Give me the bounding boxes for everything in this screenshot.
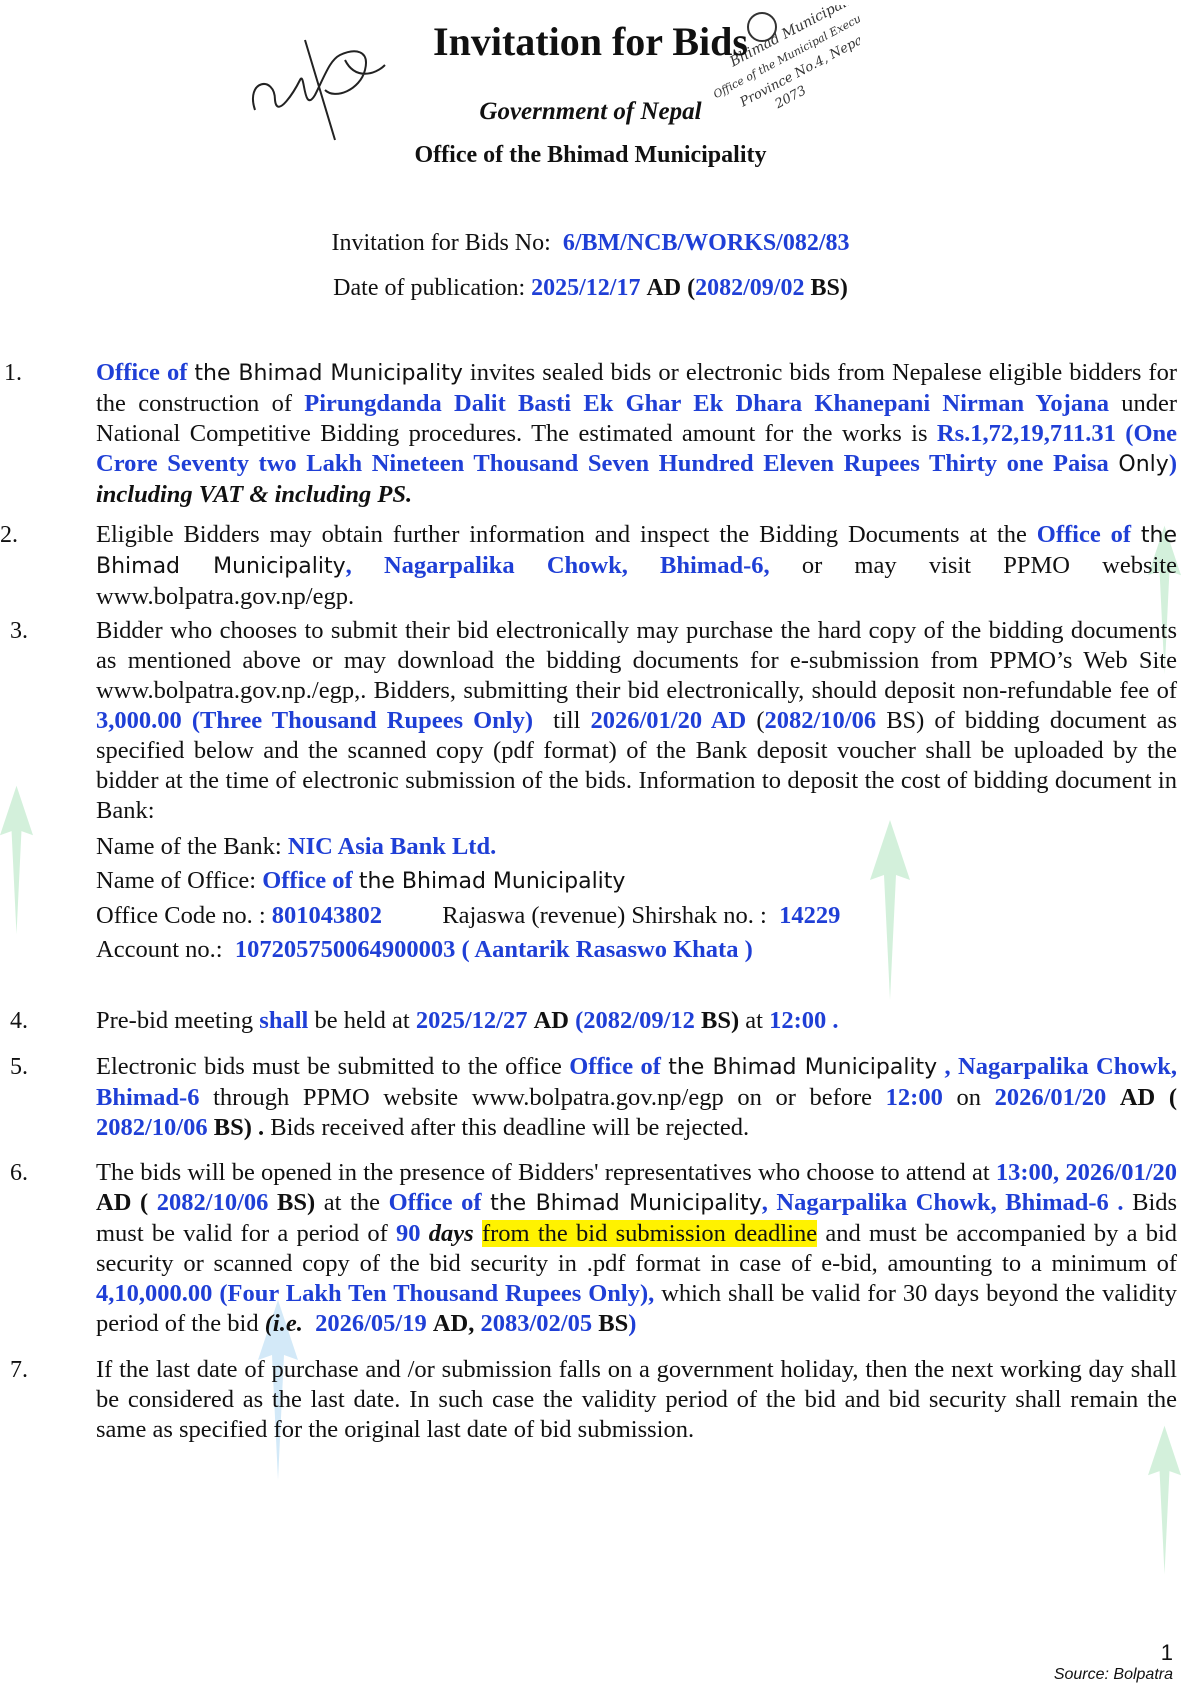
security-valid-ad: 2026/05/19 (315, 1310, 427, 1337)
prebid-date-ad: 2025/12/27 (415, 1007, 528, 1034)
source-credit: Source: Bolpatra (1053, 1666, 1173, 1683)
publication-date-line: Date of publication: 2025/12/17 AD (2082… (333, 275, 848, 301)
bank-name: NIC Asia Bank Ltd. (287, 833, 497, 860)
account-label: Account no.: (96, 936, 223, 963)
ifb-label: Invitation for Bids No: (331, 230, 551, 256)
office-heading: Office of the Bhimad Municipality (414, 142, 767, 168)
submission-time: 12:00 (885, 1084, 943, 1111)
ppmo-website: www.bolpatra.gov.np/egp. (96, 583, 355, 610)
estimated-amount-tail: Only (1118, 452, 1169, 477)
watermark-arrow-icon (0, 785, 33, 935)
office-address: Nagarpalika Chowk, Bhimad-6, (383, 552, 770, 579)
page-title: Invitation for Bids (433, 19, 748, 64)
bank-name-label: Name of the Bank: (96, 833, 282, 860)
page-number: 1 (1160, 1640, 1173, 1665)
opening-date-bs: 2082/10/06 (156, 1189, 269, 1216)
item-5-paragraph: Electronic bids must be submitted to the… (96, 1053, 1178, 1141)
prebid-time: 12:00 . (769, 1007, 839, 1034)
submission-date-ad: 2026/01/20 (994, 1084, 1107, 1111)
bid-security-amount: 4,10,000.00 (Four Lakh Ten Thousand Rupe… (96, 1280, 655, 1307)
revenue-label: Rajaswa (revenue) Shirshak no. : (442, 902, 767, 929)
item-number: 1. (4, 360, 22, 386)
pub-date-ad: 2025/12/17 (531, 275, 641, 301)
ifb-number-line: Invitation for Bids No: 6/BM/NCB/WORKS/0… (0, 230, 1181, 257)
item-7-paragraph: If the last date of purchase and /or sub… (96, 1356, 1177, 1443)
item-3-paragraph: Bidder who chooses to submit their bid e… (96, 617, 1177, 824)
bank-office: the Bhimad Municipality (358, 869, 626, 894)
security-valid-bs: 2083/02/05 (480, 1310, 593, 1337)
opening-time: 13:00, (995, 1159, 1060, 1186)
item-number: 6. (10, 1160, 28, 1186)
document-fee: 3,000.00 (Three Thousand Rupees Only) (96, 707, 533, 734)
item-2-paragraph: Eligible Bidders may obtain further info… (96, 521, 1178, 610)
item-number: 5. (10, 1054, 28, 1080)
item-number: 3. (10, 618, 28, 644)
office-code: 801043802 (271, 902, 383, 929)
item-number: 4. (10, 1008, 28, 1034)
government-heading: Government of Nepal (479, 98, 702, 125)
item-4-paragraph: Pre-bid meeting shall be held at 2025/12… (96, 1007, 839, 1034)
account-number: 107205750064900003 ( Aantarik Rasaswo Kh… (234, 936, 753, 963)
bank-office-label: Name of Office: (96, 867, 257, 894)
fee-deadline-ad: 2026/01/20 AD (590, 707, 747, 734)
item-1-paragraph: Office of the Bhimad Municipality invite… (96, 359, 1177, 508)
bank-name-line: Name of the Bank: NIC Asia Bank Ltd. (96, 832, 496, 862)
ifb-number: 6/BM/NCB/WORKS/082/83 (562, 230, 850, 256)
fee-deadline-bs: 2082/10/06 (764, 707, 877, 734)
pub-label: Date of publication: (333, 275, 526, 301)
project-name: Pirungdanda Dalit Basti Ek Ghar Ek Dhara… (304, 390, 1109, 417)
revenue-code: 14229 (779, 902, 841, 929)
item-6-paragraph: The bids will be opened in the presence … (96, 1159, 1178, 1337)
estimated-amount: Rs.1,72,19,711.31 (One Crore Seventy two… (96, 420, 1177, 477)
watermark-arrow-icon (870, 820, 910, 1000)
bank-office-line: Name of Office: Office of the Bhimad Mun… (96, 867, 626, 894)
validity-days: 90 (396, 1220, 421, 1247)
office-code-line: Office Code no. : 801043802 Rajaswa (rev… (96, 901, 840, 931)
pub-date-bs: 2082/09/02 (695, 275, 805, 301)
office-code-label: Office Code no. : (96, 902, 266, 929)
opening-date-ad: 2026/01/20 (1065, 1159, 1178, 1186)
prebid-date-bs: 2082/09/12 (583, 1007, 695, 1034)
account-line: Account no.: 107205750064900003 ( Aantar… (96, 935, 753, 965)
vat-note: including VAT & including PS. (96, 481, 413, 508)
item-number: 7. (10, 1357, 28, 1383)
submission-date-bs: 2082/10/06 (96, 1114, 208, 1141)
item-number: 2. (0, 522, 18, 548)
